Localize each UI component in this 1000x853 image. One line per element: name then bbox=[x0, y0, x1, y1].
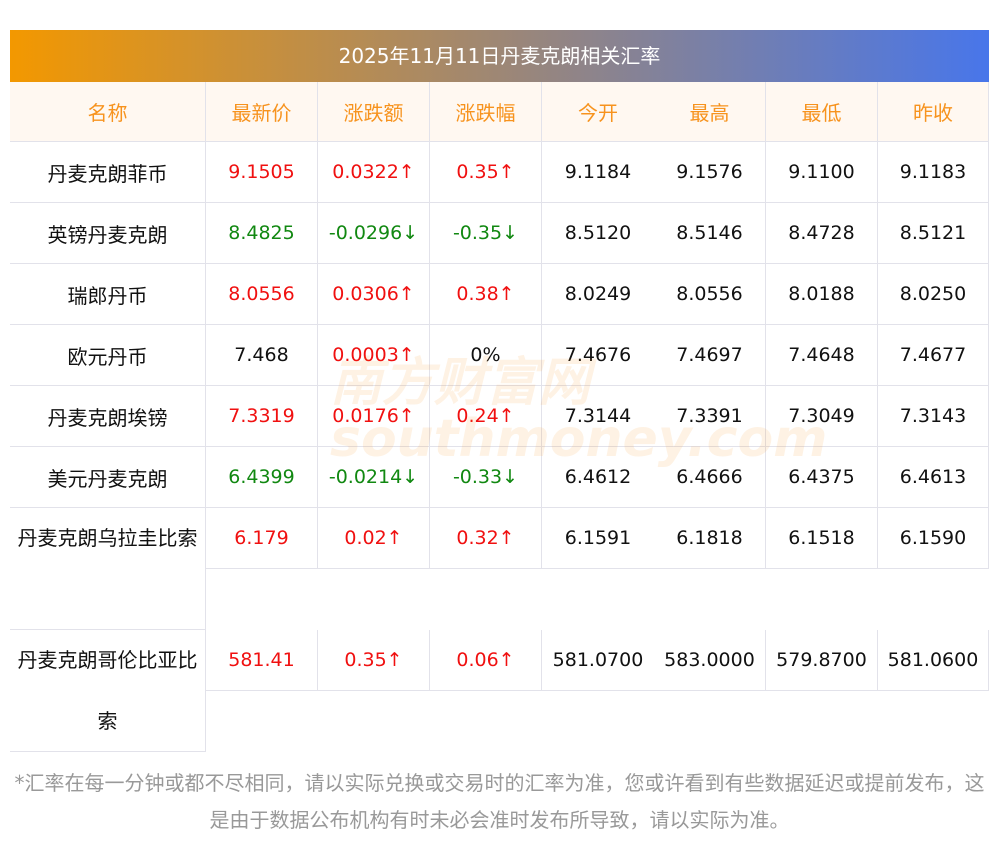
currency-pair-name: 丹麦克朗乌拉圭比索 bbox=[10, 508, 206, 630]
cell-prev-close: 6.1590 bbox=[878, 508, 989, 569]
page-title: 2025年11月11日丹麦克朗相关汇率 bbox=[10, 30, 989, 82]
header-prev-close: 昨收 bbox=[878, 82, 989, 142]
currency-pair-name: 丹麦克朗菲币 bbox=[10, 142, 206, 203]
cell-change: 0.35↑ bbox=[318, 630, 430, 691]
cell-prev-close: 6.4613 bbox=[878, 447, 989, 508]
cell-change-pct: 0.06↑ bbox=[430, 630, 542, 691]
table-row: 英镑丹麦克朗 8.4825 -0.0296↓ -0.35↓ 8.5120 8.5146 8.… bbox=[10, 203, 989, 264]
cell-price: 8.0556 bbox=[206, 264, 318, 325]
header-open: 今开 bbox=[542, 82, 654, 142]
cell-open: 7.4676 bbox=[542, 325, 654, 386]
cell-open: 6.4612 bbox=[542, 447, 654, 508]
header-price: 最新价 bbox=[206, 82, 318, 142]
cell-change: -0.0296↓ bbox=[318, 203, 430, 264]
table-row: 丹麦克朗乌拉圭比索 6.179 0.02↑ 0.32↑ 6.1591 6.1818 6.15… bbox=[10, 508, 989, 630]
cell-price: 8.4825 bbox=[206, 203, 318, 264]
cell-open: 8.0249 bbox=[542, 264, 654, 325]
cell-prev-close: 7.4677 bbox=[878, 325, 989, 386]
cell-low: 9.1100 bbox=[766, 142, 878, 203]
cell-open: 9.1184 bbox=[542, 142, 654, 203]
cell-high: 9.1576 bbox=[654, 142, 766, 203]
cell-high: 8.5146 bbox=[654, 203, 766, 264]
cell-open: 8.5120 bbox=[542, 203, 654, 264]
cell-change: 0.0306↑ bbox=[318, 264, 430, 325]
cell-price: 6.4399 bbox=[206, 447, 318, 508]
header-change: 涨跌额 bbox=[318, 82, 430, 142]
cell-change: -0.0214↓ bbox=[318, 447, 430, 508]
cell-high: 6.1818 bbox=[654, 508, 766, 569]
cell-change-pct: 0.32↑ bbox=[430, 508, 542, 569]
table-row: 瑞郎丹币 8.0556 0.0306↑ 0.38↑ 8.0249 8.0556 8.0188… bbox=[10, 264, 989, 325]
disclaimer-note: *汇率在每一分钟或都不尽相同，请以实际兑换或交易时的汇率为准，您或许看到有些数据… bbox=[14, 771, 985, 832]
cell-high: 8.0556 bbox=[654, 264, 766, 325]
cell-price: 9.1505 bbox=[206, 142, 318, 203]
cell-change: 0.02↑ bbox=[318, 508, 430, 569]
cell-prev-close: 8.5121 bbox=[878, 203, 989, 264]
cell-high: 7.4697 bbox=[654, 325, 766, 386]
exchange-rate-table: 名称 最新价 涨跌额 涨跌幅 今开 最高 最低 昨收 丹麦克朗菲币 9.1505 0… bbox=[10, 82, 989, 752]
cell-high: 583.0000 bbox=[654, 630, 766, 691]
cell-open: 6.1591 bbox=[542, 508, 654, 569]
cell-high: 7.3391 bbox=[654, 386, 766, 447]
cell-change-pct: 0.35↑ bbox=[430, 142, 542, 203]
cell-change-pct: -0.33↓ bbox=[430, 447, 542, 508]
cell-open: 7.3144 bbox=[542, 386, 654, 447]
cell-change: 0.0003↑ bbox=[318, 325, 430, 386]
currency-pair-name: 英镑丹麦克朗 bbox=[10, 203, 206, 264]
table-row: 丹麦克朗哥伦比亚比索 581.41 0.35↑ 0.06↑ 581.0700 583.00… bbox=[10, 630, 989, 752]
cell-change: 0.0176↑ bbox=[318, 386, 430, 447]
cell-price: 581.41 bbox=[206, 630, 318, 691]
header-low: 最低 bbox=[766, 82, 878, 142]
cell-low: 7.3049 bbox=[766, 386, 878, 447]
cell-low: 6.4375 bbox=[766, 447, 878, 508]
cell-high: 6.4666 bbox=[654, 447, 766, 508]
cell-open: 581.0700 bbox=[542, 630, 654, 691]
cell-price: 7.3319 bbox=[206, 386, 318, 447]
table-header: 名称 最新价 涨跌额 涨跌幅 今开 最高 最低 昨收 bbox=[10, 82, 989, 142]
cell-low: 6.1518 bbox=[766, 508, 878, 569]
cell-change-pct: 0.38↑ bbox=[430, 264, 542, 325]
currency-pair-name: 瑞郎丹币 bbox=[10, 264, 206, 325]
currency-pair-name: 欧元丹币 bbox=[10, 325, 206, 386]
cell-low: 8.0188 bbox=[766, 264, 878, 325]
cell-prev-close: 8.0250 bbox=[878, 264, 989, 325]
cell-change-pct: -0.35↓ bbox=[430, 203, 542, 264]
header-name: 名称 bbox=[10, 82, 206, 142]
header-high: 最高 bbox=[654, 82, 766, 142]
table-row: 欧元丹币 7.468 0.0003↑ 0% 7.4676 7.4697 7.4648 7.46… bbox=[10, 325, 989, 386]
header-change-pct: 涨跌幅 bbox=[430, 82, 542, 142]
cell-price: 6.179 bbox=[206, 508, 318, 569]
cell-prev-close: 9.1183 bbox=[878, 142, 989, 203]
cell-change-pct: 0.24↑ bbox=[430, 386, 542, 447]
currency-pair-name: 美元丹麦克朗 bbox=[10, 447, 206, 508]
table-row: 美元丹麦克朗 6.4399 -0.0214↓ -0.33↓ 6.4612 6.4666 6.… bbox=[10, 447, 989, 508]
currency-pair-name: 丹麦克朗哥伦比亚比索 bbox=[10, 630, 206, 752]
cell-change: 0.0322↑ bbox=[318, 142, 430, 203]
table-row: 丹麦克朗菲币 9.1505 0.0322↑ 0.35↑ 9.1184 9.1576 9.11… bbox=[10, 142, 989, 203]
currency-pair-name: 丹麦克朗埃镑 bbox=[10, 386, 206, 447]
cell-price: 7.468 bbox=[206, 325, 318, 386]
cell-prev-close: 7.3143 bbox=[878, 386, 989, 447]
cell-low: 579.8700 bbox=[766, 630, 878, 691]
table-row: 丹麦克朗埃镑 7.3319 0.0176↑ 0.24↑ 7.3144 7.3391 7.30… bbox=[10, 386, 989, 447]
cell-low: 8.4728 bbox=[766, 203, 878, 264]
cell-prev-close: 581.0600 bbox=[878, 630, 989, 691]
cell-change-pct: 0% bbox=[430, 325, 542, 386]
cell-low: 7.4648 bbox=[766, 325, 878, 386]
